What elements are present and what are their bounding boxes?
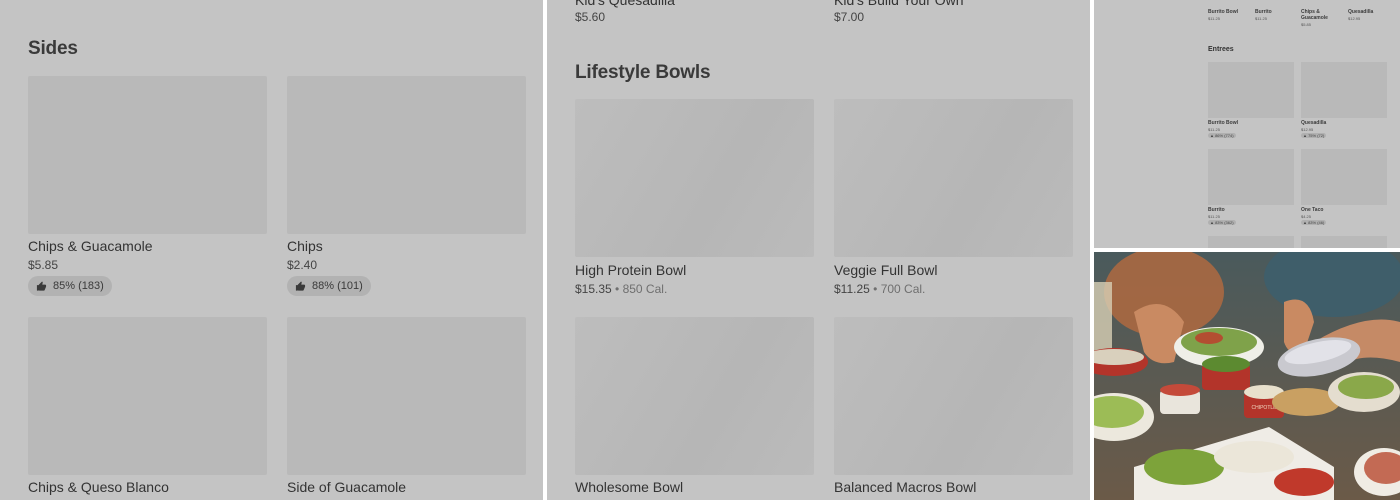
item-image-placeholder[interactable] (28, 317, 267, 475)
item-image-placeholder[interactable] (1208, 149, 1294, 205)
mini-item-price: $11.25 (1208, 16, 1220, 21)
item-name[interactable]: Kid's Build Your Own (834, 0, 964, 8)
mini-item-name[interactable]: Chips & Guacamole (1301, 9, 1335, 21)
item-name[interactable]: Chips (287, 238, 323, 254)
item-name[interactable]: High Protein Bowl (575, 262, 686, 278)
item-price: $15.35 (575, 282, 612, 296)
menu-panel-sides: ··· ······ Sides Chips & Guacamole $5.85… (0, 0, 543, 500)
separator: • (869, 282, 881, 296)
section-title: Sides (28, 38, 78, 59)
item-name[interactable]: Chips & Queso Blanco (28, 479, 169, 495)
item-name[interactable]: Chips & Guacamole (28, 238, 153, 254)
menu-panel-lifestyle-bowls: Kid's Quesadilla $5.60 Kid's Build Your … (547, 0, 1090, 500)
rating-badge: 85% (183) (28, 276, 112, 296)
item-image-placeholder[interactable] (834, 317, 1073, 475)
mini-item-price: $5.85 (1301, 22, 1312, 27)
mini-item-name[interactable]: One Taco (1301, 207, 1323, 213)
mini-item-name[interactable]: Quesadilla (1348, 9, 1373, 15)
rating-badge: 88% (101) (287, 276, 371, 296)
item-image-placeholder[interactable] (575, 317, 814, 475)
food-photo: CHIPOTLE (1094, 252, 1400, 500)
cup-label: CHIPOTLE (1251, 405, 1277, 411)
rating-text: 83% (362) (1215, 220, 1234, 225)
item-image-placeholder[interactable] (1301, 149, 1387, 205)
section-title: Entrees (1208, 46, 1234, 53)
item-price-calories: $11.25 • 700 Cal. (834, 282, 925, 296)
item-calories: 850 Cal. (622, 282, 668, 296)
mini-rating-badge: ▲ 75% (72) (1301, 133, 1327, 138)
item-image-placeholder[interactable] (287, 76, 526, 234)
item-price-calories: $15.35 • 850 Cal. (575, 282, 667, 296)
item-image-placeholder[interactable] (1208, 62, 1294, 118)
item-name[interactable]: Veggie Full Bowl (834, 262, 938, 278)
mini-item-price: $4.25 (1301, 214, 1312, 219)
item-image-placeholder[interactable] (834, 99, 1073, 257)
thumbs-up-icon (36, 280, 47, 291)
rating-text: 86% (774) (1215, 133, 1234, 138)
item-image-placeholder[interactable] (287, 317, 526, 475)
mini-rating-badge: ▲ 86% (774) (1208, 133, 1236, 138)
thumbs-up-icon (295, 280, 306, 291)
item-price: $5.85 (28, 258, 59, 272)
rating-text: 88% (101) (312, 280, 363, 292)
item-calories: 700 Cal. (880, 282, 926, 296)
item-image-placeholder[interactable] (575, 99, 814, 257)
mini-item-name[interactable]: Quesadilla (1301, 120, 1326, 126)
menu-panel-entrees-mini: Burrito Bowl $11.25 Burrito $11.25 Chips… (1094, 0, 1400, 248)
item-name[interactable]: Wholesome Bowl (575, 479, 683, 495)
item-name[interactable]: Kid's Quesadilla (575, 0, 675, 8)
mini-item-name[interactable]: Burrito Bowl (1208, 120, 1238, 126)
section-title: Lifestyle Bowls (575, 62, 711, 83)
food-photo-illustration: CHIPOTLE (1094, 252, 1400, 500)
rating-text: 75% (72) (1308, 133, 1325, 138)
item-image-placeholder[interactable] (1208, 236, 1294, 248)
item-image-placeholder[interactable] (1301, 62, 1387, 118)
item-name[interactable]: Balanced Macros Bowl (834, 479, 976, 495)
mini-rating-badge: ▲ 83% (362) (1208, 220, 1236, 225)
mini-item-price: $11.25 (1255, 16, 1267, 21)
mini-rating-badge: ▲ 83% (46) (1301, 220, 1327, 225)
rating-text: 85% (183) (53, 280, 104, 292)
separator: • (611, 282, 623, 296)
mini-item-price: $11.25 (1208, 214, 1220, 219)
item-image-placeholder[interactable] (1301, 236, 1387, 248)
rating-text: 83% (46) (1308, 220, 1325, 225)
clipped-item-text: ··· ······ (28, 0, 74, 4)
mini-item-name[interactable]: Burrito Bowl (1208, 9, 1238, 15)
item-image-placeholder[interactable] (28, 76, 267, 234)
item-price: $2.40 (287, 258, 318, 272)
item-price: $11.25 (834, 282, 870, 296)
item-price: $5.60 (575, 10, 606, 24)
mini-item-name[interactable]: Burrito (1208, 207, 1225, 213)
mini-item-name[interactable]: Burrito (1255, 9, 1272, 15)
item-price: $7.00 (834, 10, 865, 24)
item-name[interactable]: Side of Guacamole (287, 479, 406, 495)
mini-item-price: $12.95 (1348, 16, 1361, 21)
mini-item-price: $12.95 (1301, 127, 1314, 132)
mini-item-price: $11.25 (1208, 127, 1220, 132)
